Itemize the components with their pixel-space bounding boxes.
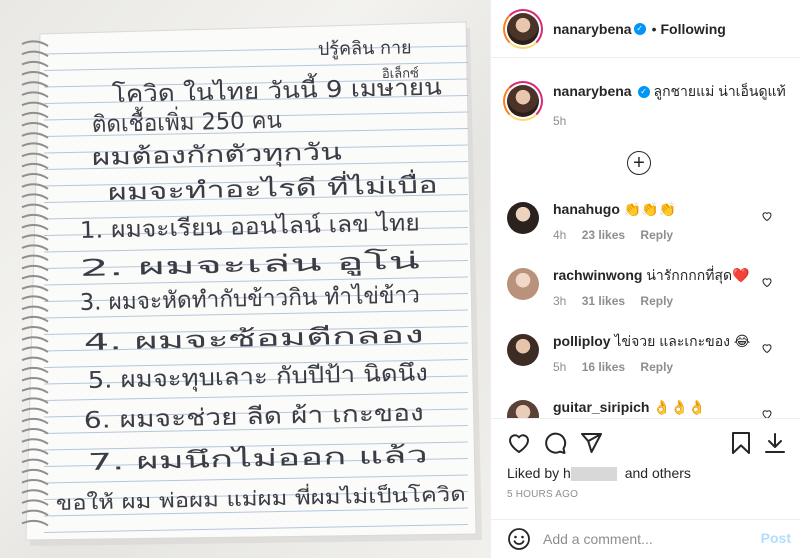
comment-text: ไข่จวย และเกะของ 😂 [614, 333, 751, 349]
commenter-username[interactable]: polliploy [553, 333, 611, 349]
add-comment-input[interactable] [543, 528, 743, 550]
notebook-page-illustration: ปรู้คลิน กาย อิเล็กซ์ โควิด ในไทย วันนี้… [21, 21, 482, 546]
emoji-icon[interactable] [507, 527, 531, 551]
comment-text: 👏👏👏 [623, 201, 677, 217]
comment-item: guitar_siripich 👌👌👌 [507, 398, 787, 418]
caption-time[interactable]: 5h [553, 112, 786, 130]
like-heart-icon[interactable] [507, 431, 531, 455]
commenter-avatar[interactable] [507, 268, 539, 300]
following-button[interactable]: Following [661, 21, 726, 37]
commenter-username[interactable]: guitar_siripich [553, 399, 649, 415]
comment-text: 👌👌👌 [653, 399, 706, 415]
post-timestamp[interactable]: 5 HOURS AGO [507, 489, 578, 500]
comment-likes[interactable]: 16 likes [582, 360, 625, 374]
comment-like-heart-icon[interactable] [761, 276, 773, 288]
post-side-panel: nanarybena ✓ • Following nanarybena ✓ ลูก… [490, 0, 800, 558]
comment-like-heart-icon[interactable] [761, 342, 773, 354]
save-bookmark-icon[interactable] [729, 431, 753, 455]
liked-by-user[interactable]: h [563, 465, 571, 481]
comment-likes[interactable]: 23 likes [582, 228, 625, 242]
author-avatar[interactable] [503, 8, 543, 49]
comment-icon[interactable] [543, 431, 567, 455]
comment-item: polliploy ไข่จวย และเกะของ 😂 5h 16 likes… [507, 332, 787, 376]
redacted-username [570, 467, 617, 482]
handwriting-top-right: ปรู้คลิน กาย [318, 37, 412, 60]
liked-by: Liked by h and others [507, 465, 691, 482]
commenter-avatar[interactable] [507, 334, 539, 366]
commenter-avatar[interactable] [507, 202, 539, 234]
comment-item: hanahugo 👏👏👏 4h 23 likes Reply [507, 200, 787, 244]
comment-text: น่ารักกกกที่สุด❤️ [646, 267, 750, 283]
post-caption: nanarybena ✓ ลูกชายแม่ น่าเอ็นดูแท้ 5h [503, 81, 787, 130]
comments-list: hanahugo 👏👏👏 4h 23 likes Reply rachwinwo… [507, 200, 787, 418]
reply-button[interactable]: Reply [640, 294, 673, 308]
commenter-username[interactable]: hanahugo [553, 201, 620, 217]
verified-badge-icon: ✓ [633, 22, 646, 35]
reply-button[interactable]: Reply [640, 228, 673, 242]
comment-likes[interactable]: 31 likes [582, 294, 625, 308]
commenter-username[interactable]: rachwinwong [553, 267, 642, 283]
liked-by-prefix: Liked by [507, 465, 560, 481]
caption-avatar[interactable] [503, 81, 543, 121]
author-username[interactable]: nanarybena [553, 21, 632, 37]
action-icon-row [507, 431, 787, 457]
add-circle-icon[interactable]: + [627, 151, 651, 175]
comment-time[interactable]: 3h [553, 294, 566, 308]
post-actions: Liked by h and others 5 HOURS AGO Post [491, 418, 800, 558]
comment-time[interactable]: 5h [553, 360, 566, 374]
comment-time[interactable]: 4h [553, 228, 566, 242]
reply-button[interactable]: Reply [640, 360, 673, 374]
header-separator: • [651, 20, 657, 37]
instagram-post: ปรู้คลิน กาย อิเล็กซ์ โควิด ในไทย วันนี้… [0, 0, 800, 558]
caption-username[interactable]: nanarybena [553, 83, 632, 99]
comment-like-heart-icon[interactable] [761, 408, 773, 418]
download-icon[interactable] [763, 431, 787, 455]
post-header: nanarybena ✓ • Following [491, 0, 800, 58]
comment-like-heart-icon[interactable] [761, 210, 773, 222]
commenter-avatar[interactable] [507, 400, 539, 418]
verified-badge-icon: ✓ [637, 86, 650, 99]
caption-text: ลูกชายแม่ น่าเอ็นดูแท้ [653, 83, 786, 99]
share-icon[interactable] [579, 431, 603, 455]
post-photo[interactable]: ปรู้คลิน กาย อิเล็กซ์ โควิด ในไทย วันนี้… [0, 0, 490, 558]
liked-by-suffix[interactable]: and others [625, 465, 691, 481]
comment-item: rachwinwong น่ารักกกกที่สุด❤️ 3h 31 like… [507, 266, 787, 310]
add-comment-bar: Post [491, 519, 800, 558]
post-comment-button[interactable]: Post [761, 530, 791, 546]
